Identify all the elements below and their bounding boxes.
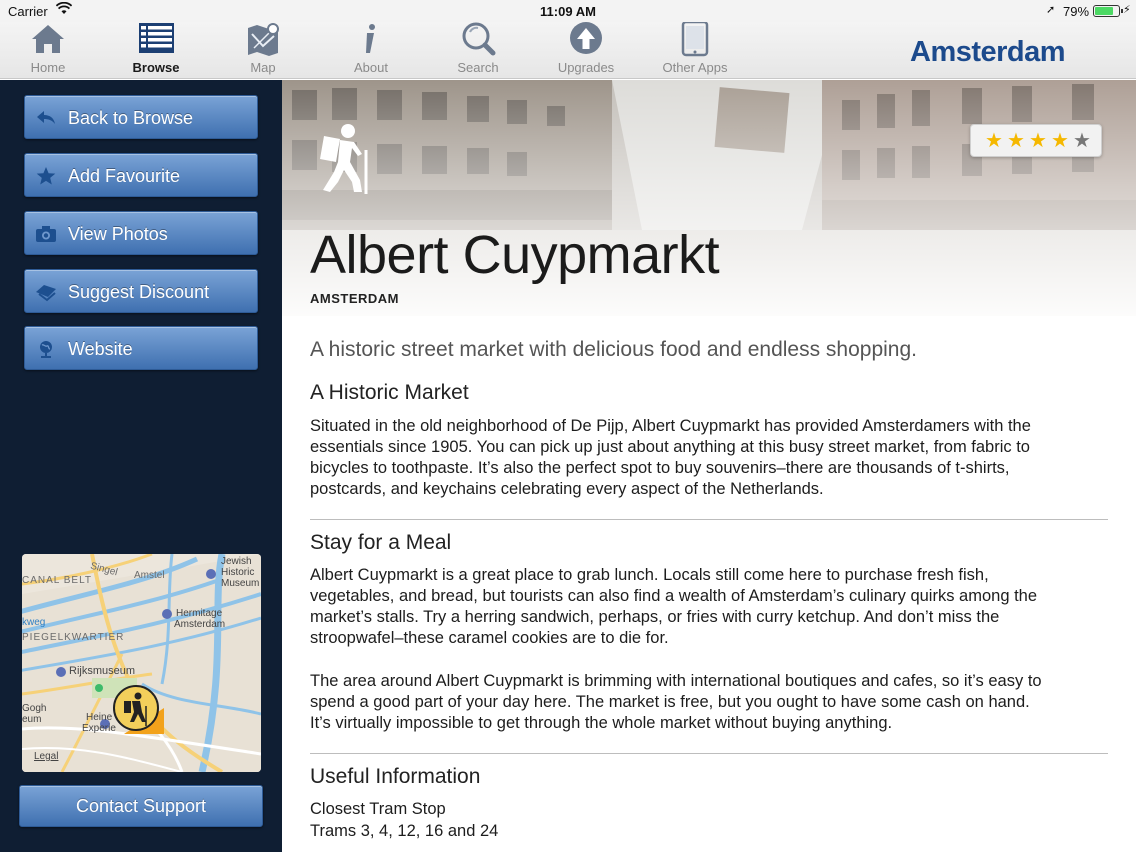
map-label-historic: Historic (221, 567, 255, 578)
map-label-jewish: Jewish (221, 556, 252, 567)
paragraph-line: Albert Cuypmarkt is a great place to gra… (310, 566, 989, 584)
location-arrow-icon: ➚ (1046, 4, 1056, 16)
suggest-discount-button[interactable]: Suggest Discount (24, 269, 258, 313)
tram-stop-value: Trams 3, 4, 12, 16 and 24 (310, 822, 499, 840)
tram-stop-label: Closest Tram Stop (310, 800, 446, 818)
add-favourite-button[interactable]: Add Favourite (24, 153, 258, 197)
star-icon (36, 167, 56, 185)
tab-browse[interactable]: Browse (106, 22, 206, 79)
article-content: A historic street market with delicious … (282, 316, 1136, 852)
paragraph-line: market’s stalls. Try a herring sandwich,… (310, 608, 1000, 626)
star-empty-icon: ★ (1073, 130, 1091, 152)
view-photos-button[interactable]: View Photos (24, 211, 258, 255)
tab-upgrades[interactable]: Upgrades (536, 22, 636, 79)
contact-support-button[interactable]: Contact Support (19, 785, 263, 827)
paragraph-line: bicycles to toothpaste. It’s also the pe… (310, 459, 1010, 477)
camera-icon (36, 226, 56, 242)
section-heading-meal: Stay for a Meal (310, 531, 452, 554)
map-label-rijksmuseum: Rijksmuseum (69, 665, 136, 677)
map-label-eum: eum (22, 714, 42, 725)
clock: 11:09 AM (540, 4, 596, 19)
section-heading-historic: A Historic Market (310, 381, 469, 404)
paragraph-meal: Albert Cuypmarkt is a great place to gra… (310, 565, 1110, 649)
section-divider (310, 519, 1108, 520)
ticket-icon (36, 285, 56, 302)
hiker-icon (320, 124, 368, 194)
website-button[interactable]: Website (24, 326, 258, 370)
tab-other-apps[interactable]: Other Apps (645, 22, 745, 79)
tab-bar: Home Browse Map About Search Upgrades Ot… (0, 22, 1136, 79)
tagline: A historic street market with delicious … (310, 338, 918, 361)
paragraph-line: spend a good part of your day here. The … (310, 693, 1030, 711)
tab-label: Search (457, 60, 499, 75)
page-title: Albert Cuypmarkt (310, 225, 720, 285)
paragraph-line: postcards, and keychains celebrating eve… (310, 480, 824, 498)
tab-label: About (354, 60, 388, 75)
map-label-gogh: Gogh (22, 703, 47, 714)
carrier-label: Carrier (8, 4, 48, 19)
section-heading-info: Useful Information (310, 765, 481, 788)
paragraph-line: essentials since 1905. You can pick up j… (310, 438, 1030, 456)
list-icon (139, 23, 174, 53)
button-label: View Photos (68, 224, 168, 244)
map-label-heine: Heine (86, 712, 113, 723)
sidebar: Back to Browse Add Favourite View Photos… (0, 80, 282, 852)
star-filled-icon: ★ (1007, 130, 1025, 152)
button-label: Website (68, 339, 133, 359)
section-divider (310, 753, 1108, 754)
status-bar: Carrier 11:09 AM ➚ 79% ⚡ (0, 0, 1136, 22)
tab-label: Upgrades (557, 60, 615, 75)
map-label-amstel: Amstel (134, 570, 165, 581)
search-icon (462, 22, 496, 56)
tab-label: Home (30, 60, 66, 75)
charging-bolt-icon: ⚡ (1123, 4, 1131, 16)
paragraph-line: vegetables, and bread, but tourists can … (310, 587, 1038, 605)
tab-map[interactable]: Map (213, 22, 313, 79)
brand-title: Amsterdam (910, 36, 1066, 68)
map-label-amsterdam: Amsterdam (174, 619, 226, 630)
button-label: Suggest Discount (68, 282, 210, 302)
city-label: AMSTERDAM (310, 291, 399, 306)
location-map[interactable]: Jewish Historic Museum CANAL BELT Singel… (22, 554, 261, 772)
map-label-spiegelkwartier: PIEGELKWARTIER (22, 632, 125, 643)
paragraph-area: The area around Albert Cuypmarkt is brim… (310, 671, 1110, 734)
star-filled-icon: ★ (1029, 130, 1047, 152)
map-label-kweg: kweg (22, 617, 46, 628)
globe-icon (40, 341, 52, 358)
upgrade-arrow-icon (570, 22, 602, 54)
paragraph-historic: Situated in the old neighborhood of De P… (310, 416, 1110, 500)
tablet-icon (681, 22, 709, 57)
map-label-museum: Museum (221, 578, 260, 589)
paragraph-line: stroopwafel–these caramel cookies are to… (310, 629, 669, 647)
map-label-canal-belt: CANAL BELT (22, 575, 93, 586)
back-arrow-icon (37, 111, 55, 124)
paragraph-line: The area around Albert Cuypmarkt is brim… (310, 672, 1042, 690)
tab-home[interactable]: Home (0, 22, 98, 79)
battery-percent: 79% (1063, 4, 1090, 19)
tab-label: Other Apps (662, 60, 728, 75)
paragraph-line: Situated in the old neighborhood of De P… (310, 417, 1031, 435)
tab-about[interactable]: About (321, 22, 421, 79)
map-label-hermitage: Hermitage (176, 608, 223, 619)
wifi-icon (56, 2, 72, 14)
home-icon (32, 25, 64, 53)
star-filled-icon: ★ (1051, 130, 1069, 152)
info-icon (366, 24, 375, 53)
map-legal-link[interactable]: Legal (34, 751, 58, 762)
button-label: Back to Browse (68, 108, 194, 128)
star-filled-icon: ★ (985, 130, 1003, 152)
back-to-browse-button[interactable]: Back to Browse (24, 95, 258, 139)
hero-header: ★ ★ ★ ★ ★ Albert Cuypmarkt AMSTERDAM (282, 80, 1136, 316)
button-label: Add Favourite (68, 166, 181, 186)
map-pin-hiker-icon[interactable] (110, 684, 168, 738)
map-icon (248, 23, 279, 56)
star-rating: ★ ★ ★ ★ ★ (970, 124, 1102, 157)
tab-search[interactable]: Search (428, 22, 528, 79)
battery-icon (1093, 5, 1123, 17)
tab-label: Map (250, 60, 276, 75)
tab-label: Browse (132, 60, 180, 75)
paragraph-line: It’s virtually impossible to get through… (310, 714, 893, 732)
